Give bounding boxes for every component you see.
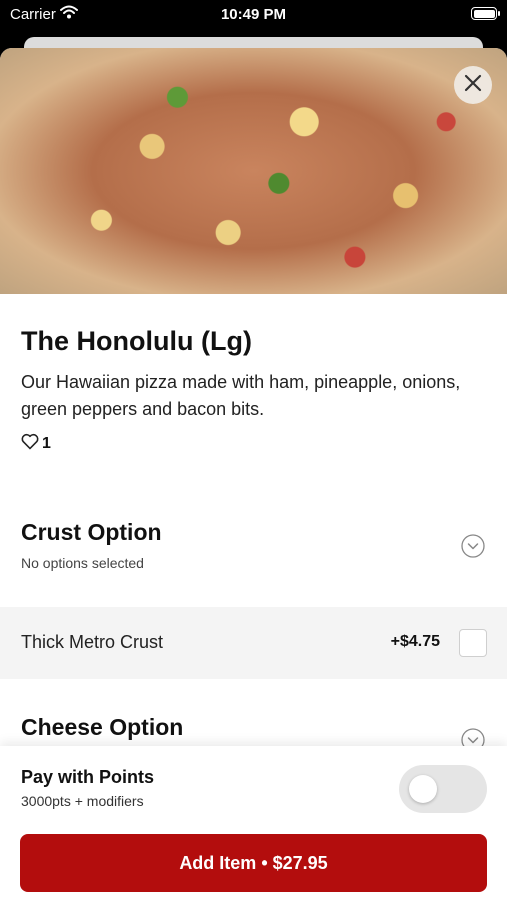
checkout-footer: Pay with Points 3000pts + modifiers Add … bbox=[0, 746, 507, 900]
close-button[interactable] bbox=[454, 66, 492, 104]
item-title: The Honolulu (Lg) bbox=[21, 326, 252, 356]
status-time: 10:49 PM bbox=[220, 6, 287, 23]
toggle-knob bbox=[409, 775, 437, 803]
heart-icon bbox=[21, 433, 39, 455]
pizza-image bbox=[0, 48, 507, 294]
chevron-down-icon[interactable] bbox=[461, 534, 485, 558]
cheese-option-title: Cheese Option bbox=[21, 714, 184, 740]
like-button[interactable]: 1 bbox=[21, 433, 51, 455]
option-checkbox[interactable] bbox=[459, 629, 487, 657]
crust-option-title: Crust Option bbox=[21, 519, 162, 545]
points-cost: 3000pts + modifiers bbox=[21, 793, 144, 809]
battery-icon bbox=[471, 7, 500, 20]
crust-option-status: No options selected bbox=[21, 555, 144, 571]
close-icon bbox=[464, 74, 482, 97]
add-item-button[interactable]: Add Item • $27.95 bbox=[20, 834, 487, 892]
option-price: +$4.75 bbox=[390, 633, 440, 650]
option-row-thick-metro-crust[interactable]: Thick Metro Crust +$4.75 bbox=[0, 607, 507, 679]
item-detail-sheet: The Honolulu (Lg) Our Hawaiian pizza mad… bbox=[0, 48, 507, 900]
pay-with-points-label: Pay with Points bbox=[21, 767, 155, 787]
status-bar: Carrier 10:49 PM bbox=[0, 0, 507, 30]
option-label: Thick Metro Crust bbox=[21, 632, 164, 652]
item-description: Our Hawaiian pizza made with ham, pineap… bbox=[21, 372, 461, 419]
like-count: 1 bbox=[42, 435, 51, 452]
pay-with-points-toggle[interactable] bbox=[399, 765, 487, 813]
